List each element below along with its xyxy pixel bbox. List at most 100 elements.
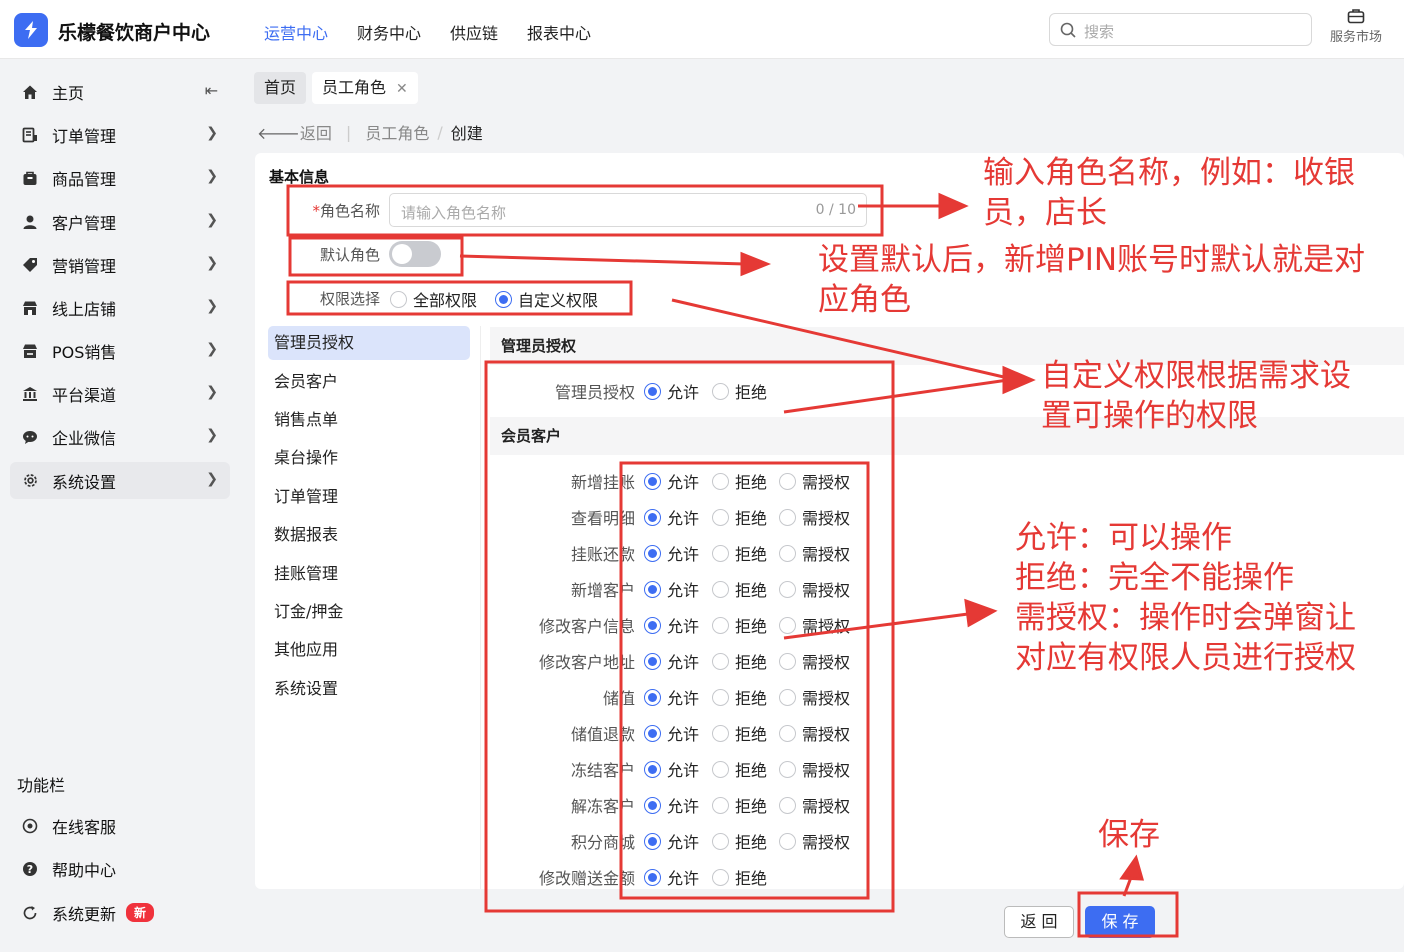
- permission-option-radio[interactable]: 需授权: [779, 613, 850, 637]
- perm-nav-credit[interactable]: 挂账管理: [268, 557, 470, 591]
- permission-option-radio[interactable]: 拒绝: [712, 829, 767, 853]
- tab-home[interactable]: 首页: [254, 72, 307, 104]
- radio-circle: [779, 544, 796, 562]
- service-market-label: 服务市场: [1329, 30, 1382, 45]
- permission-option-radio[interactable]: 允许: [644, 505, 699, 529]
- service-market-button[interactable]: 服务市场: [1326, 8, 1386, 45]
- permission-option-radio[interactable]: 拒绝: [712, 757, 767, 781]
- radio-label: 需授权: [802, 581, 851, 600]
- sidebar-item-marketing[interactable]: 营销管理 ❯: [10, 246, 230, 283]
- sidebar-item-label: 系统设置: [52, 472, 117, 492]
- sidebar-item-settings[interactable]: 系统设置 ❯: [10, 462, 230, 499]
- back-link[interactable]: 🡐返回: [257, 120, 332, 144]
- permission-option-radio[interactable]: 需授权: [779, 649, 850, 673]
- default-role-toggle[interactable]: [389, 241, 441, 267]
- permission-option-radio[interactable]: 允许: [644, 757, 699, 781]
- radio-circle: [779, 832, 796, 850]
- search-input[interactable]: 搜索: [1049, 13, 1312, 46]
- permission-option-radio[interactable]: 拒绝: [712, 793, 767, 817]
- sidebar-item-system-update[interactable]: 系统更新 新: [10, 894, 230, 931]
- perm-nav-member[interactable]: 会员客户: [268, 365, 470, 399]
- permission-option-radio[interactable]: 允许: [644, 829, 699, 853]
- role-name-input[interactable]: 请输入角色名称 0 / 10: [389, 193, 867, 227]
- sidebar-item-online-store[interactable]: 线上店铺 ❯: [10, 289, 230, 326]
- perm-nav-reports[interactable]: 数据报表: [268, 518, 470, 552]
- permission-option-radio[interactable]: 需授权: [779, 505, 850, 529]
- tab-staff-role[interactable]: 员工角色 ✕: [312, 72, 418, 104]
- top-nav-supply[interactable]: 供应链: [450, 20, 498, 44]
- permission-option-radio[interactable]: 拒绝: [712, 505, 767, 529]
- page-tabs: 首页 员工角色 ✕: [254, 72, 418, 104]
- annotation-option-hint: 允许：可以操作 拒绝：完全不能操作 需授权：操作时会弹窗让 对应有权限人员进行授权: [1015, 518, 1356, 678]
- breadcrumb-separator: /: [437, 122, 443, 142]
- permission-option-radio[interactable]: 允许: [644, 685, 699, 709]
- permission-option-radio[interactable]: 允许: [644, 865, 699, 889]
- sidebar-item-orders[interactable]: 订单管理 ❯: [10, 116, 230, 153]
- permission-option-radio[interactable]: 允许: [644, 649, 699, 673]
- permission-option-radio[interactable]: 需授权: [779, 721, 850, 745]
- permission-option-radio[interactable]: 需授权: [779, 793, 850, 817]
- sidebar-item-online-service[interactable]: 在线客服: [10, 807, 230, 844]
- permission-option-radio[interactable]: 允许: [644, 379, 699, 403]
- perm-nav-orders[interactable]: 订单管理: [268, 480, 470, 514]
- role-name-label-text: 角色名称: [319, 202, 380, 220]
- radio-circle: [644, 688, 661, 706]
- permission-option-radio[interactable]: 需授权: [779, 469, 850, 493]
- required-mark: *: [312, 202, 320, 220]
- perm-nav-sales[interactable]: 销售点单: [268, 403, 470, 437]
- radio-all-permissions[interactable]: 全部权限: [390, 287, 477, 311]
- sidebar-item-label: 帮助中心: [52, 860, 117, 880]
- permission-option-radio[interactable]: 允许: [644, 793, 699, 817]
- permission-option-radio[interactable]: 允许: [644, 469, 699, 493]
- save-button[interactable]: 保 存: [1085, 906, 1155, 938]
- radio-label: 拒绝: [735, 725, 768, 744]
- sidebar-item-wecom[interactable]: 企业微信 ❯: [10, 418, 230, 455]
- top-nav-finance[interactable]: 财务中心: [357, 20, 421, 44]
- top-nav-operations[interactable]: 运营中心: [264, 20, 328, 44]
- permission-option-radio[interactable]: 拒绝: [712, 721, 767, 745]
- sidebar-item-label: POS销售: [52, 342, 117, 362]
- breadcrumb-parent[interactable]: 员工角色: [365, 120, 429, 144]
- permission-option-radio[interactable]: 拒绝: [712, 649, 767, 673]
- perm-nav-other[interactable]: 其他应用: [268, 633, 470, 667]
- permission-option-radio[interactable]: 需授权: [779, 577, 850, 601]
- permission-option-radio[interactable]: 允许: [644, 541, 699, 565]
- permission-option-radio[interactable]: 允许: [644, 613, 699, 637]
- radio-circle: [644, 760, 661, 778]
- permission-option-radio[interactable]: 允许: [644, 577, 699, 601]
- permission-option-radio[interactable]: 允许: [644, 721, 699, 745]
- sidebar-item-help[interactable]: ? 帮助中心: [10, 850, 230, 887]
- app-logo[interactable]: [14, 13, 48, 47]
- permission-label: 储值退款: [570, 725, 635, 744]
- radio-label: 需授权: [802, 653, 851, 672]
- permission-option-radio[interactable]: 拒绝: [712, 613, 767, 637]
- permission-option-radio[interactable]: 需授权: [779, 541, 850, 565]
- permission-option-radio[interactable]: 拒绝: [712, 379, 767, 403]
- radio-circle: [779, 472, 796, 490]
- perm-nav-deposit[interactable]: 订金/押金: [268, 595, 470, 629]
- permission-option-radio[interactable]: 拒绝: [712, 685, 767, 709]
- radio-custom-permissions[interactable]: 自定义权限: [495, 287, 598, 311]
- perm-nav-table[interactable]: 桌台操作: [268, 441, 470, 475]
- radio-label: 需授权: [802, 797, 851, 816]
- perm-nav-system[interactable]: 系统设置: [268, 672, 470, 706]
- sidebar-item-home[interactable]: 主页 ⇤: [10, 73, 230, 110]
- permission-option-radio[interactable]: 拒绝: [712, 469, 767, 493]
- perm-nav-admin[interactable]: 管理员授权: [268, 326, 470, 360]
- close-icon[interactable]: ✕: [396, 81, 408, 97]
- permission-option-radio[interactable]: 需授权: [779, 685, 850, 709]
- permission-option-radio[interactable]: 拒绝: [712, 541, 767, 565]
- sidebar-item-channels[interactable]: 平台渠道 ❯: [10, 375, 230, 412]
- permission-option-radio[interactable]: 拒绝: [712, 577, 767, 601]
- permission-option-radio[interactable]: 需授权: [779, 757, 850, 781]
- sidebar-item-goods[interactable]: 商品管理 ❯: [10, 159, 230, 196]
- collapse-sidebar-icon[interactable]: ⇤: [205, 81, 218, 100]
- sidebar-item-pos[interactable]: POS销售 ❯: [10, 332, 230, 369]
- radio-label: 允许: [667, 689, 700, 708]
- sidebar-item-customers[interactable]: 客户管理 ❯: [10, 203, 230, 240]
- permission-option-radio[interactable]: 需授权: [779, 829, 850, 853]
- back-button[interactable]: 返 回: [1004, 906, 1074, 938]
- radio-label: 需授权: [802, 473, 851, 492]
- permission-option-radio[interactable]: 拒绝: [712, 865, 767, 889]
- top-nav-reports[interactable]: 报表中心: [527, 20, 591, 44]
